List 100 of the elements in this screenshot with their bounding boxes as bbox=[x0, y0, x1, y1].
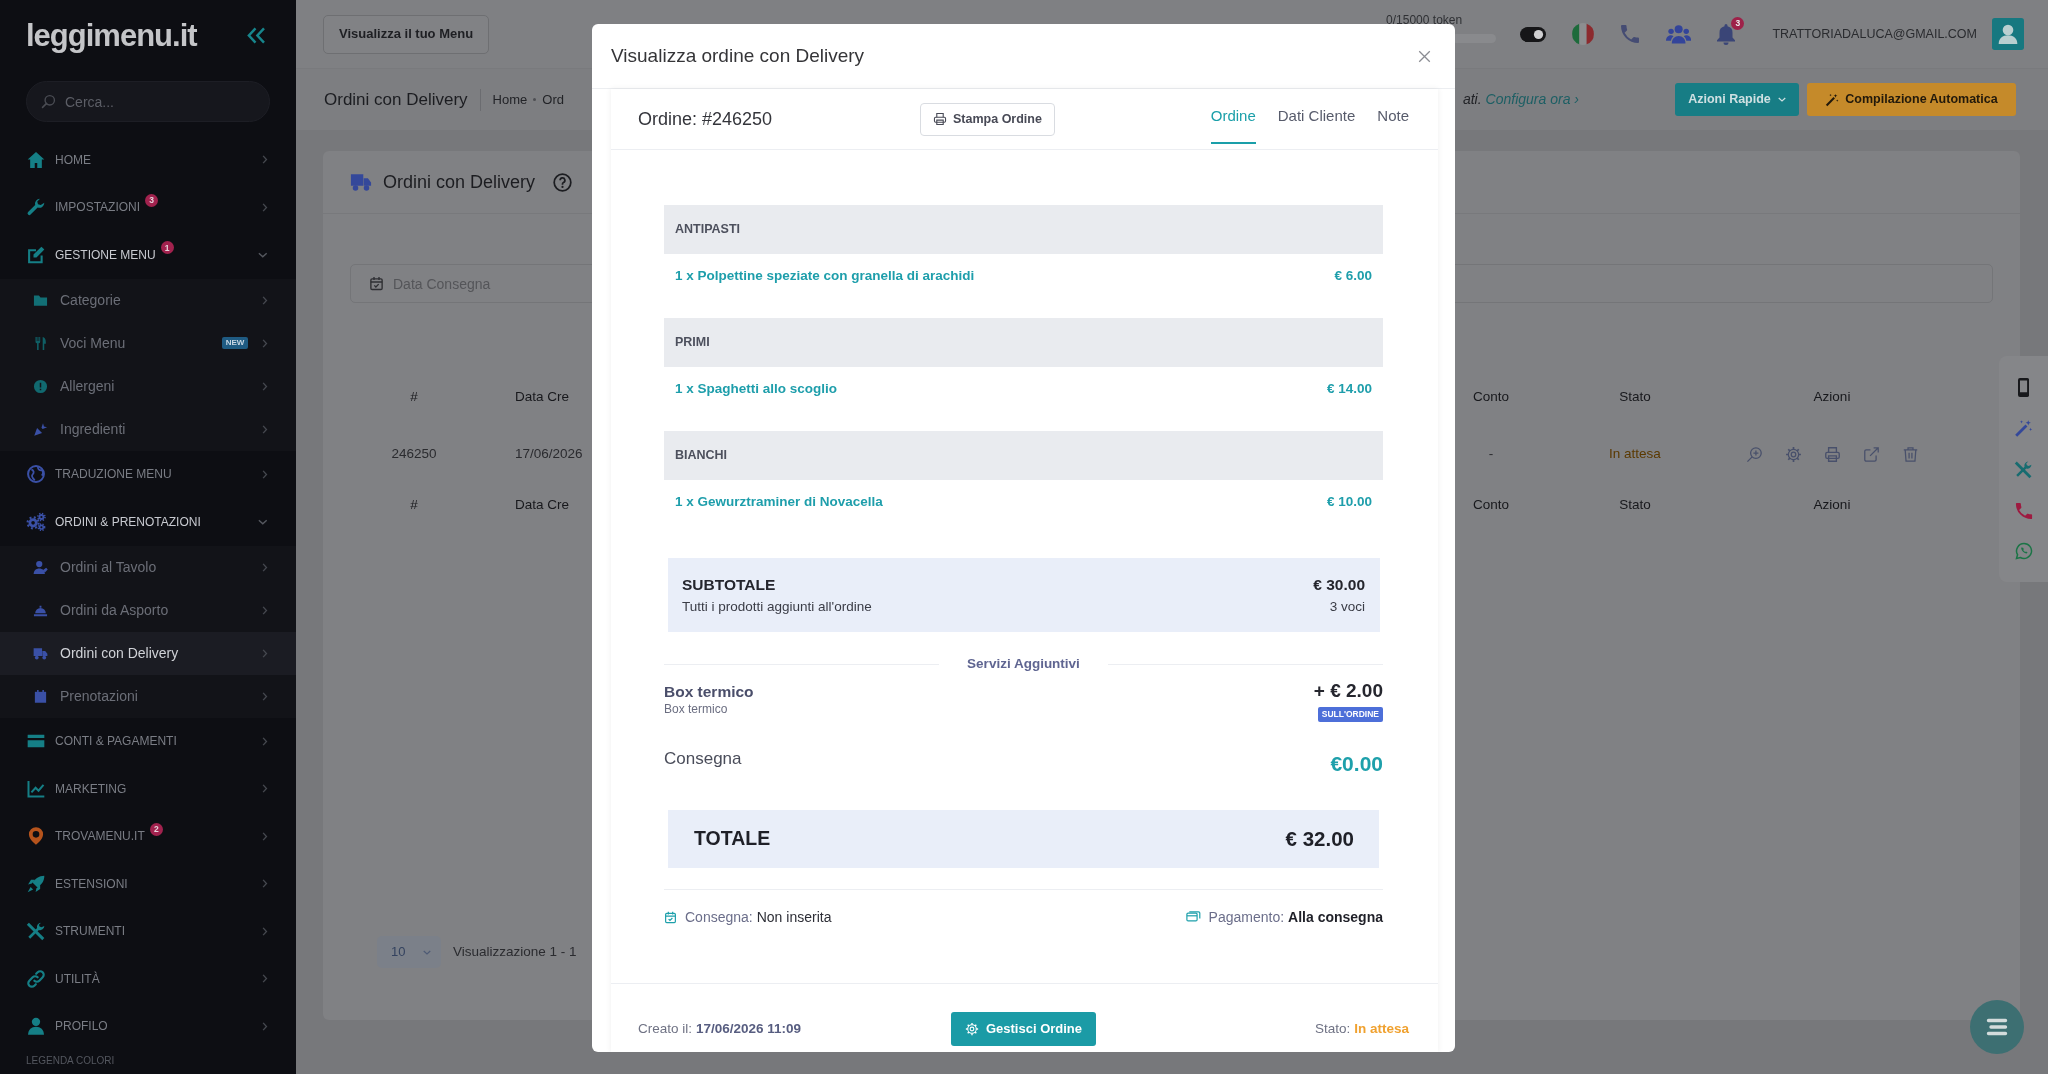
toggle-icon[interactable] bbox=[1520, 26, 1547, 42]
sidebar-item[interactable]: CONTI & PAGAMENTI bbox=[0, 717, 296, 765]
column-header: # bbox=[410, 387, 418, 406]
sidebar-item[interactable]: PROFILO bbox=[0, 1002, 296, 1050]
subtotal-label: SUBTOTALE bbox=[682, 575, 776, 594]
column-header: Azioni bbox=[1813, 495, 1851, 514]
sidebar-subitem[interactable]: Prenotazioni bbox=[0, 674, 296, 718]
column-header: Stato bbox=[1619, 387, 1651, 406]
auto-fill-button[interactable]: Compilazione Automatica bbox=[1807, 83, 2016, 116]
external-link-icon[interactable] bbox=[1862, 445, 1880, 463]
sidebar-item[interactable]: STRUMENTI bbox=[0, 907, 296, 955]
view-menu-button[interactable]: Visualizza il tuo Menu bbox=[323, 14, 490, 54]
phone-icon[interactable] bbox=[1620, 24, 1641, 44]
sidebar-item[interactable]: MARKETING bbox=[0, 765, 296, 813]
flag-icon[interactable] bbox=[1572, 23, 1595, 45]
sidebar-item[interactable]: HOME bbox=[0, 136, 296, 184]
sidebar-item[interactable]: ORDINI & PRENOTAZIONI bbox=[0, 498, 296, 546]
trash-icon[interactable] bbox=[1901, 445, 1919, 463]
bell-icon[interactable] bbox=[1717, 23, 1736, 45]
sidebar-item[interactable]: UTILITÀ bbox=[0, 955, 296, 1003]
chevron-right-icon bbox=[262, 424, 268, 434]
logo: leggimenu.it bbox=[26, 19, 197, 51]
table-cell-text: 17/06/2026 bbox=[515, 444, 583, 463]
zoom-icon[interactable] bbox=[1745, 445, 1763, 463]
calendar-icon bbox=[33, 688, 48, 704]
card-title: Ordini con Delivery bbox=[383, 170, 536, 194]
print-button[interactable]: Stampa Ordine bbox=[920, 102, 1055, 136]
item-count: 3 voci bbox=[1329, 598, 1365, 615]
chevron-right-icon bbox=[262, 295, 268, 305]
column-header: Conto bbox=[1473, 495, 1509, 514]
close-icon[interactable] bbox=[1418, 49, 1431, 63]
sidebar-item[interactable]: ESTENSIONI bbox=[0, 860, 296, 908]
chart-icon bbox=[26, 778, 46, 799]
sidebar-item[interactable]: GESTIONE MENU 1 bbox=[0, 231, 296, 279]
page-size-select[interactable]: 10 bbox=[377, 936, 441, 968]
card-icon bbox=[1186, 911, 1201, 923]
truck-icon bbox=[350, 171, 372, 193]
total-amount: € 32.00 bbox=[1285, 825, 1354, 852]
utensils-icon bbox=[33, 335, 48, 351]
printer-icon[interactable] bbox=[1823, 445, 1841, 463]
sidebar-item[interactable]: TROVAMENU.IT 2 bbox=[0, 812, 296, 860]
sidebar-item[interactable]: TRADUZIONE MENU bbox=[0, 450, 296, 498]
sidebar-subitem[interactable]: Allergeni bbox=[0, 364, 296, 408]
double-chevron-icon[interactable] bbox=[247, 26, 266, 44]
category-header: BIANCHI bbox=[664, 431, 1383, 480]
tab[interactable]: Dati Cliente bbox=[1277, 100, 1356, 144]
section-heading: Servizi Aggiuntivi bbox=[967, 654, 1080, 673]
tab[interactable]: Ordine bbox=[1210, 100, 1256, 144]
subtotal-note: Tutti i prodotti aggiunti all'ordine bbox=[682, 598, 872, 615]
chevron-right-icon bbox=[262, 338, 268, 348]
quick-actions-button[interactable]: Azioni Rapide bbox=[1675, 83, 1799, 116]
gear-icon bbox=[964, 1022, 979, 1036]
manage-order-button[interactable]: Gestisci Ordine bbox=[950, 1012, 1097, 1046]
pagination-info: Visualizzazione 1 - 1 bbox=[453, 942, 577, 961]
chevron-right-icon bbox=[262, 691, 268, 701]
total-label: TOTALE bbox=[694, 826, 771, 852]
sidebar-subitem[interactable]: Ordini al Tavolo bbox=[0, 545, 296, 589]
subtotal-amount: € 30.00 bbox=[1313, 575, 1365, 594]
count-badge: 2 bbox=[149, 822, 163, 836]
chat-bubble-icon[interactable] bbox=[2014, 541, 2033, 560]
search-field[interactable]: Cerca... bbox=[26, 81, 270, 122]
item-price: € 14.00 bbox=[1326, 379, 1372, 398]
phone-icon[interactable] bbox=[2014, 501, 2033, 520]
legend-heading: LEGENDA COLORI bbox=[25, 1054, 116, 1067]
item-name: 1 x Gewurztraminer di Novacella bbox=[675, 492, 883, 511]
caret-icon bbox=[1777, 97, 1786, 102]
pin-icon bbox=[26, 826, 46, 847]
users-icon[interactable] bbox=[1666, 24, 1692, 44]
sidebar-subitem[interactable]: Ordini con Delivery bbox=[0, 631, 296, 675]
sidebar-subitem[interactable]: Ordini da Asporto bbox=[0, 588, 296, 632]
service-price: + € 2.00 bbox=[1313, 680, 1383, 702]
calendar-icon bbox=[664, 910, 677, 924]
created-label: Creato il: bbox=[638, 1019, 693, 1038]
avatar-icon[interactable] bbox=[1992, 18, 2024, 50]
sidebar-subitem[interactable]: Categorie bbox=[0, 278, 296, 322]
lines-icon bbox=[1986, 1018, 2008, 1036]
sidebar-item[interactable]: IMPOSTAZIONI 3 bbox=[0, 183, 296, 231]
link-icon bbox=[26, 968, 46, 989]
breadcrumb-link[interactable]: Home bbox=[492, 89, 528, 110]
tools-icon[interactable] bbox=[2014, 460, 2033, 480]
info-value: Non inserita bbox=[756, 907, 832, 927]
account-email[interactable]: TRATTORIADALUCA@GMAIL.COM bbox=[1772, 24, 1977, 44]
wand-icon[interactable] bbox=[2014, 419, 2033, 439]
item-name: 1 x Spaghetti allo scoglio bbox=[675, 379, 838, 398]
chevron-right-icon bbox=[262, 381, 268, 391]
help-icon[interactable] bbox=[553, 172, 573, 192]
tag-badge: SULL'ORDINE bbox=[1317, 707, 1383, 722]
service-name: Box termico bbox=[664, 682, 754, 702]
search-input[interactable]: Cerca... bbox=[65, 89, 255, 114]
count-badge: 1 bbox=[160, 241, 174, 255]
globe-icon bbox=[26, 464, 46, 485]
gear-icon[interactable] bbox=[1784, 445, 1802, 463]
tab[interactable]: Note bbox=[1377, 100, 1409, 144]
smartphone-icon[interactable] bbox=[2017, 378, 2030, 398]
search-icon bbox=[41, 94, 56, 109]
sidebar-subitem[interactable]: Ingredienti bbox=[0, 407, 296, 451]
edit-icon bbox=[26, 244, 46, 265]
rocket-icon bbox=[26, 873, 46, 894]
sidebar-subitem[interactable]: Voci Menu NEW bbox=[0, 321, 296, 365]
breadcrumb-current: Ord bbox=[542, 90, 564, 109]
